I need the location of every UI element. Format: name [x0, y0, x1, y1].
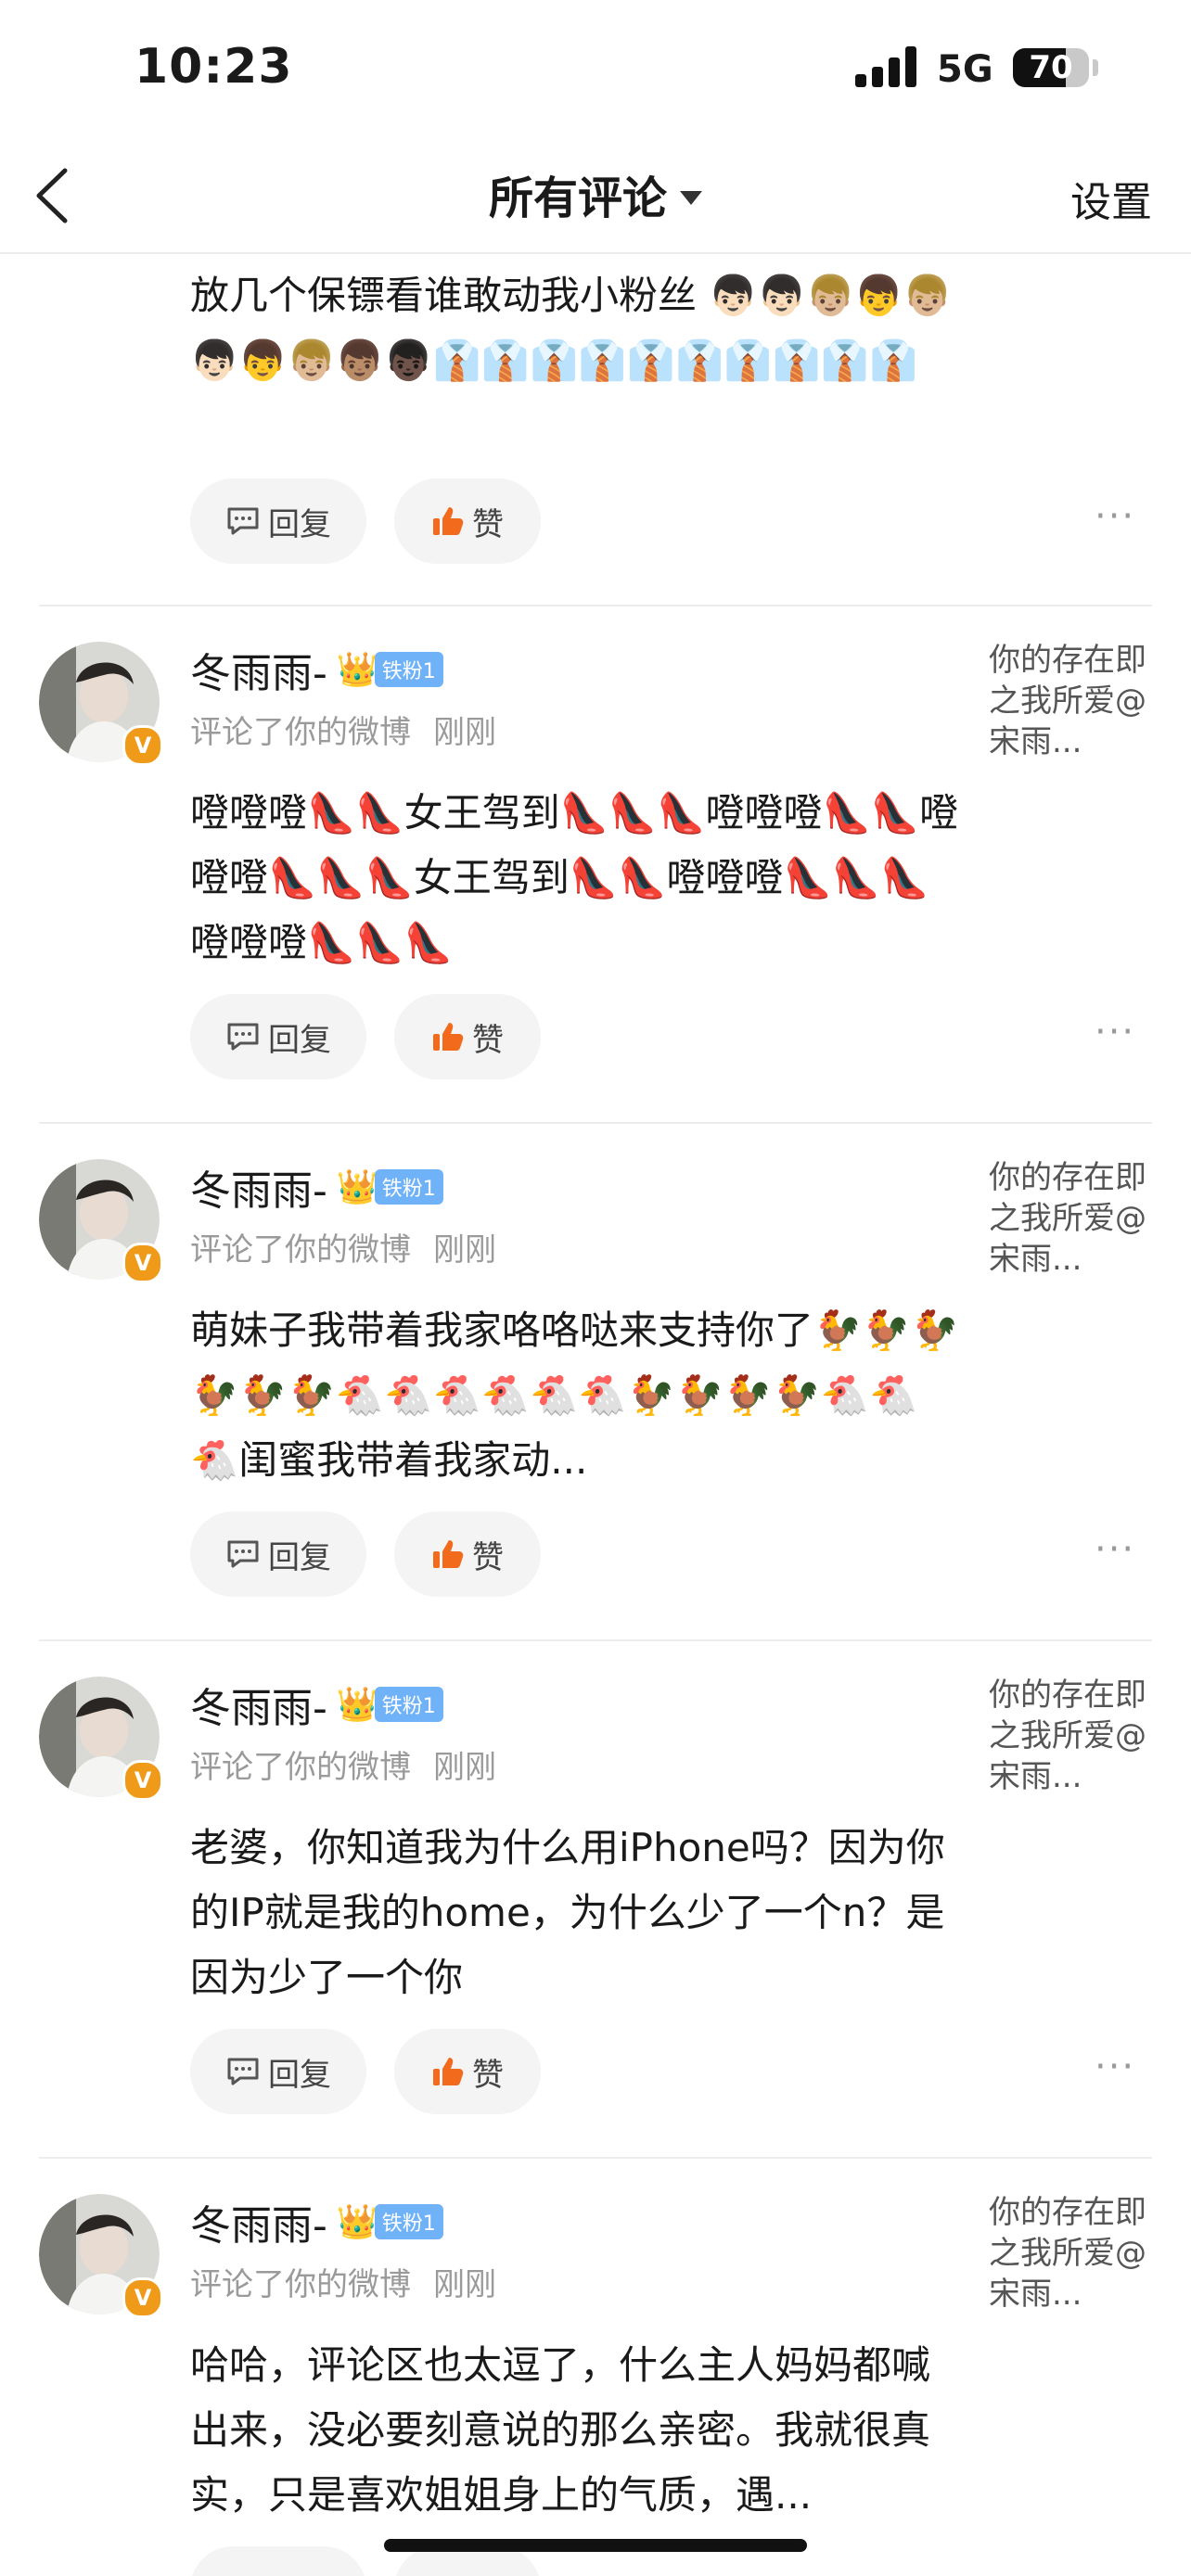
status-time: 10:23: [134, 39, 293, 95]
comment-text: 放几个保镖看谁敢动我小粉丝 👦🏻👦🏻👦🏼👦👦🏼👦🏻👦👦🏼👦🏽👦🏿👔👔👔👔👔👔👔👔…: [190, 273, 952, 383]
comment-text: 噔噔噔👠👠女王驾到👠👠👠噔噔噔👠👠噔噔噔👠👠👠女王驾到👠👠噔噔噔👠👠👠噔噔噔👠👠…: [190, 790, 959, 965]
fan-badge: 👑 铁粉1: [337, 1167, 443, 1206]
verified-icon: V: [122, 1760, 163, 1801]
comment-time: 刚刚: [433, 1231, 496, 1269]
comment-item: V 冬雨雨- 👑 铁粉1 评论了你的微博 刚刚 你的存在即之我所爱@宋雨... 哈哈…: [0, 2157, 1191, 2576]
like-label: 赞: [472, 2056, 504, 2094]
status-bar: 10:23 5G 70: [0, 0, 1191, 139]
more-button[interactable]: ···: [1095, 1011, 1135, 1053]
comment-item: 放几个保镖看谁敢动我小粉丝 👦🏻👦🏻👦🏼👦👦🏼👦🏻👦👦🏼👦🏽👦🏿👔👔👔👔👔👔👔👔…: [0, 252, 1191, 605]
home-indicator[interactable]: [384, 2539, 807, 2552]
like-label: 赞: [472, 1021, 504, 1059]
username[interactable]: 冬雨雨-: [190, 2192, 327, 2251]
crown-icon: 👑: [336, 1168, 378, 1206]
fan-badge-label: 铁粉1: [374, 1169, 443, 1205]
quoted-post[interactable]: 你的存在即之我所爱@宋雨...: [989, 1675, 1174, 1797]
divider: [39, 2157, 1152, 2159]
reply-label: 回复: [268, 1021, 331, 1059]
battery-level: 70: [1029, 49, 1073, 86]
avatar[interactable]: V: [39, 1159, 163, 1283]
comment-text: 哈哈，评论区也太逗了，什么主人妈妈都喊出来，没必要刻意说的那么亲密。我就很真实，…: [190, 2342, 931, 2518]
crown-icon: 👑: [336, 2203, 378, 2241]
comment-action: 评论了你的微博: [190, 2266, 411, 2303]
fan-badge: 👑 铁粉1: [337, 650, 443, 689]
avatar[interactable]: V: [39, 1677, 163, 1801]
reply-button[interactable]: [190, 2546, 366, 2576]
battery-cap: [1093, 59, 1098, 76]
settings-button[interactable]: 设置: [1070, 169, 1152, 228]
verified-icon: V: [122, 1243, 163, 1283]
thumbs-up-icon: [431, 505, 465, 537]
battery-icon: 70: [1013, 48, 1089, 87]
like-button[interactable]: 赞: [394, 478, 541, 564]
caret-down-icon: [680, 190, 702, 205]
more-button[interactable]: ···: [1095, 2046, 1135, 2088]
comment-item: V 冬雨雨- 👑 铁粉1 评论了你的微博 刚刚 你的存在即之我所爱@宋雨... 噔噔…: [0, 605, 1191, 1122]
comment-icon: [225, 1538, 261, 1570]
comment-icon: [225, 505, 261, 537]
verified-icon: V: [122, 2277, 163, 2318]
nav-bar: 所有评论 设置: [0, 139, 1191, 254]
quoted-post[interactable]: 你的存在即之我所爱@宋雨...: [989, 1157, 1174, 1280]
reply-button[interactable]: 回复: [190, 994, 366, 1079]
fan-badge-label: 铁粉1: [374, 2204, 443, 2239]
quoted-post[interactable]: 你的存在即之我所爱@宋雨...: [989, 640, 1174, 762]
comment-text: 老婆，你知道我为什么用iPhone吗？因为你的IP就是我的home，为什么少了一…: [190, 1825, 945, 2000]
more-button[interactable]: ···: [1095, 495, 1135, 538]
thumbs-up-icon: [431, 2056, 465, 2087]
page-title: 所有评论: [488, 172, 667, 224]
comment-text: 萌妹子我带着我家咯咯哒来支持你了🐓🐓🐓🐓🐓🐓🐔🐔🐔🐔🐔🐔🐓🐓🐓🐓🐔🐔🐔闺蜜我带着…: [190, 1307, 959, 1483]
comment-time: 刚刚: [433, 714, 496, 751]
thumbs-up-icon: [431, 1538, 465, 1570]
signal-icon: [855, 46, 918, 87]
divider: [39, 1639, 1152, 1641]
comment-icon: [225, 1021, 261, 1052]
comment-meta: 评论了你的微博 刚刚: [190, 707, 496, 752]
comment-meta: 评论了你的微博 刚刚: [190, 1741, 496, 1787]
comment-action: 评论了你的微博: [190, 714, 411, 751]
avatar[interactable]: V: [39, 642, 163, 766]
comment-action: 评论了你的微博: [190, 1231, 411, 1269]
comment-meta: 评论了你的微博 刚刚: [190, 1224, 496, 1269]
crown-icon: 👑: [336, 651, 378, 689]
title-dropdown[interactable]: 所有评论: [0, 161, 1191, 226]
username[interactable]: 冬雨雨-: [190, 640, 327, 699]
reply-label: 回复: [268, 505, 331, 543]
verified-icon: V: [122, 725, 163, 766]
username[interactable]: 冬雨雨-: [190, 1675, 327, 1734]
fan-badge-label: 铁粉1: [374, 652, 443, 687]
username[interactable]: 冬雨雨-: [190, 1157, 327, 1217]
like-button[interactable]: 赞: [394, 994, 541, 1079]
more-button[interactable]: ···: [1095, 1528, 1135, 1571]
like-button[interactable]: 赞: [394, 2029, 541, 2114]
fan-badge: 👑 铁粉1: [337, 2202, 443, 2241]
comment-meta: 评论了你的微博 刚刚: [190, 2259, 496, 2304]
divider: [39, 605, 1152, 606]
like-label: 赞: [472, 1538, 504, 1576]
like-button[interactable]: 赞: [394, 1511, 541, 1597]
comment-icon: [225, 2056, 261, 2087]
comment-time: 刚刚: [433, 1749, 496, 1786]
fan-badge-label: 铁粉1: [374, 1687, 443, 1722]
reply-button[interactable]: 回复: [190, 1511, 366, 1597]
comment-item: V 冬雨雨- 👑 铁粉1 评论了你的微博 刚刚 你的存在即之我所爱@宋雨... 萌妹…: [0, 1122, 1191, 1639]
reply-label: 回复: [268, 1538, 331, 1576]
divider: [39, 1122, 1152, 1124]
thumbs-up-icon: [431, 1021, 465, 1052]
fan-badge: 👑 铁粉1: [337, 1685, 443, 1724]
like-label: 赞: [472, 505, 504, 543]
reply-label: 回复: [268, 2056, 331, 2094]
network-type: 5G: [937, 48, 993, 91]
quoted-post[interactable]: 你的存在即之我所爱@宋雨...: [989, 2192, 1174, 2315]
comment-action: 评论了你的微博: [190, 1749, 411, 1786]
reply-button[interactable]: 回复: [190, 2029, 366, 2114]
reply-button[interactable]: 回复: [190, 478, 366, 564]
crown-icon: 👑: [336, 1686, 378, 1724]
avatar[interactable]: V: [39, 2194, 163, 2318]
comment-item: V 冬雨雨- 👑 铁粉1 评论了你的微博 刚刚 你的存在即之我所爱@宋雨... 老婆…: [0, 1639, 1191, 2157]
comment-time: 刚刚: [433, 2266, 496, 2303]
